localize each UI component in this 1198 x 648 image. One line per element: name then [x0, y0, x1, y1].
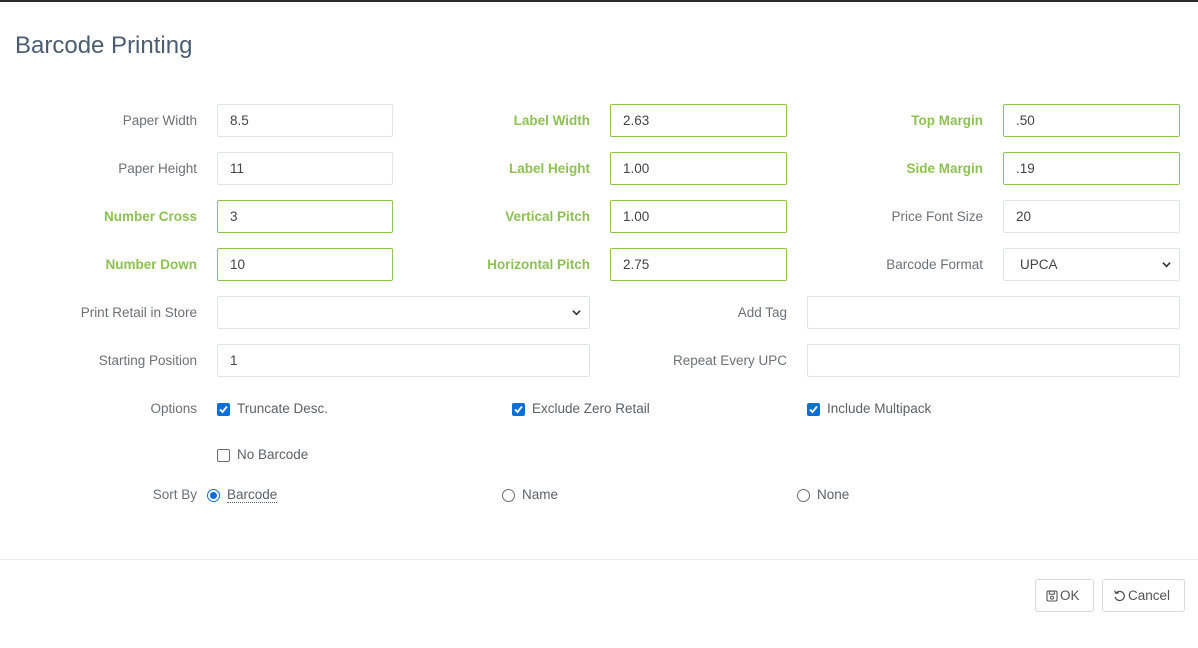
paper-height-label: Paper Height [118, 161, 197, 176]
sort-barcode-radio[interactable] [207, 489, 220, 502]
chevron-down-icon [572, 310, 581, 316]
label-height-label: Label Height [508, 161, 590, 176]
starting-position-label: Starting Position [98, 353, 197, 368]
exclude-zero-retail-label[interactable]: Exclude Zero Retail [532, 401, 650, 417]
horizontal-pitch-input[interactable]: 2.75 [610, 248, 787, 281]
repeat-every-upc-label: Repeat Every UPC [672, 353, 787, 368]
paper-height-input[interactable]: 11 [217, 152, 393, 185]
print-retail-in-store-label: Print Retail in Store [80, 305, 197, 320]
number-cross-label: Number Cross [103, 209, 197, 224]
sort-none-label[interactable]: None [817, 487, 849, 503]
label-width-label: Label Width [513, 113, 590, 128]
checkmark-icon [514, 405, 523, 414]
side-margin-label: Side Margin [906, 161, 983, 176]
number-down-label: Number Down [105, 257, 197, 272]
sort-barcode-label[interactable]: Barcode [227, 487, 278, 503]
barcode-format-select[interactable]: UPCA [1003, 248, 1180, 281]
sort-none-radio[interactable] [797, 489, 810, 502]
top-margin-label: Top Margin [911, 113, 983, 128]
label-width-input[interactable]: 2.63 [610, 104, 787, 137]
undo-icon [1114, 590, 1125, 602]
barcode-format-value: UPCA [1020, 257, 1058, 272]
truncate-desc-label[interactable]: Truncate Desc. [237, 401, 328, 417]
ok-button-label: OK [1060, 588, 1080, 603]
print-retail-in-store-select[interactable] [217, 296, 590, 329]
exclude-zero-retail-checkbox[interactable] [512, 403, 525, 416]
repeat-every-upc-input[interactable] [807, 344, 1180, 377]
cancel-button[interactable]: Cancel [1102, 579, 1185, 612]
checkmark-icon [219, 405, 228, 414]
label-height-input[interactable]: 1.00 [610, 152, 787, 185]
paper-width-label: Paper Width [122, 113, 197, 128]
no-barcode-checkbox[interactable] [217, 449, 230, 462]
price-font-size-input[interactable]: 20 [1003, 200, 1180, 233]
vertical-pitch-input[interactable]: 1.00 [610, 200, 787, 233]
dialog-title: Barcode Printing [15, 32, 193, 59]
save-icon [1046, 590, 1058, 602]
sort-name-label[interactable]: Name [522, 487, 558, 503]
sort-name-radio[interactable] [502, 489, 515, 502]
options-label: Options [150, 401, 197, 416]
top-margin-input[interactable]: .50 [1003, 104, 1180, 137]
cancel-button-label: Cancel [1128, 588, 1171, 603]
include-multipack-checkbox[interactable] [807, 403, 820, 416]
horizontal-pitch-label: Horizontal Pitch [487, 257, 590, 272]
include-multipack-label[interactable]: Include Multipack [827, 401, 931, 417]
checkmark-icon [809, 405, 818, 414]
chevron-down-icon [1162, 262, 1171, 268]
footer-divider [0, 559, 1198, 560]
no-barcode-label[interactable]: No Barcode [237, 447, 308, 463]
price-font-size-label: Price Font Size [891, 209, 983, 224]
starting-position-input[interactable]: 1 [217, 344, 590, 377]
sort-barcode-text: Barcode [227, 487, 278, 503]
ok-button[interactable]: OK [1035, 579, 1094, 612]
barcode-format-label: Barcode Format [886, 257, 983, 272]
add-tag-input[interactable] [807, 296, 1180, 329]
vertical-pitch-label: Vertical Pitch [505, 209, 590, 224]
truncate-desc-checkbox[interactable] [217, 403, 230, 416]
paper-width-input[interactable]: 8.5 [217, 104, 393, 137]
window-top-border [0, 0, 1198, 2]
number-cross-input[interactable]: 3 [217, 200, 393, 233]
sort-by-label: Sort By [152, 487, 197, 502]
number-down-input[interactable]: 10 [217, 248, 393, 281]
side-margin-input[interactable]: .19 [1003, 152, 1180, 185]
add-tag-label: Add Tag [737, 305, 787, 320]
